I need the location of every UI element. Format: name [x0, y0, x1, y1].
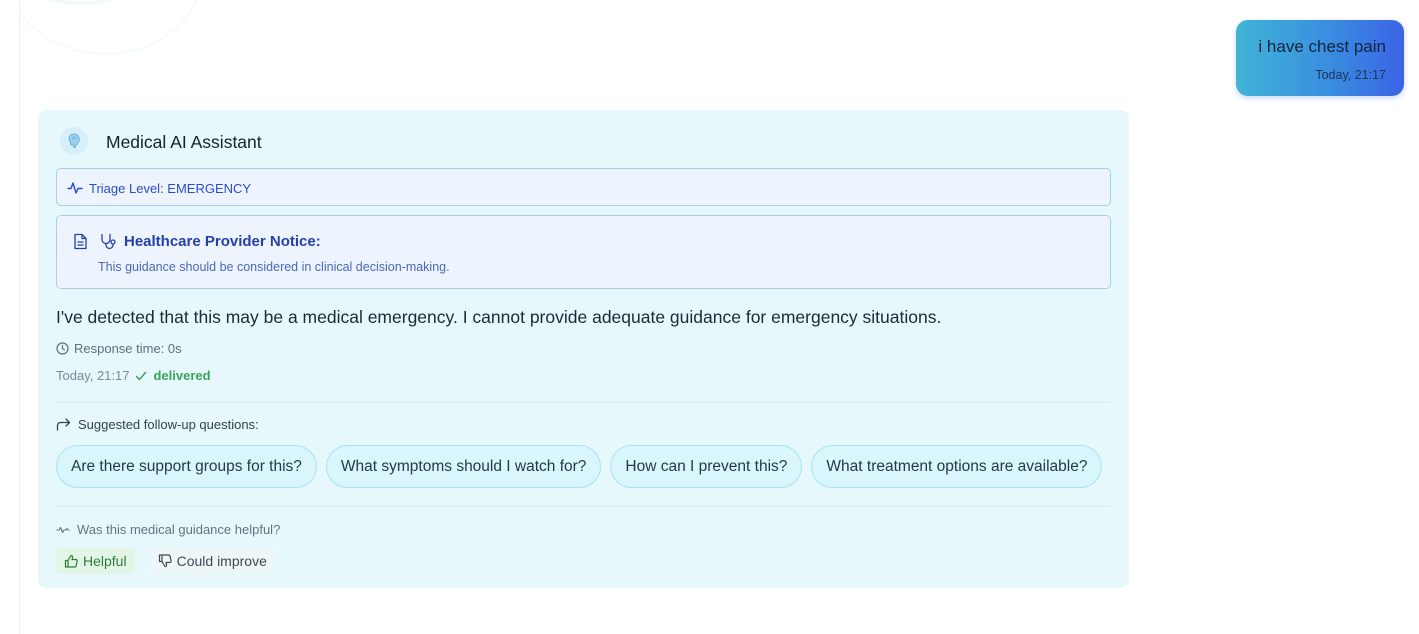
- delivery-status: delivered: [153, 368, 211, 383]
- triage-level-text: Triage Level: EMERGENCY: [89, 181, 252, 196]
- suggestion-chip[interactable]: Are there support groups for this?: [56, 445, 317, 488]
- thumbs-up-icon: [64, 554, 78, 568]
- suggestion-chip[interactable]: How can I prevent this?: [610, 445, 803, 488]
- divider: [56, 506, 1111, 507]
- feedback-buttons: Helpful Could improve: [56, 548, 275, 574]
- response-time: Response time: 0s: [56, 341, 182, 356]
- chat-page: i have chest pain Today, 21:17 Medical A…: [0, 0, 1419, 634]
- helpful-button[interactable]: Helpful: [56, 548, 135, 574]
- notice-body: This guidance should be considered in cl…: [98, 260, 450, 274]
- forward-arrow-icon: [56, 418, 71, 431]
- suggestions-heading-text: Suggested follow-up questions:: [78, 417, 259, 432]
- pulse-icon: [56, 526, 70, 533]
- suggestions-heading: Suggested follow-up questions:: [56, 417, 259, 432]
- suggestion-chip[interactable]: What symptoms should I watch for?: [325, 445, 602, 488]
- check-icon: [136, 371, 147, 380]
- user-message-text: i have chest pain: [1258, 37, 1386, 56]
- suggestion-chip[interactable]: What treatment options are available?: [811, 445, 1103, 488]
- brain-icon: [60, 127, 88, 155]
- document-icon: [74, 233, 87, 250]
- feedback-question-text: Was this medical guidance helpful?: [77, 522, 281, 537]
- user-message-bubble: i have chest pain Today, 21:17: [1236, 20, 1404, 96]
- message-timestamp: Today, 21:17: [56, 368, 130, 383]
- feedback-question: Was this medical guidance helpful?: [56, 522, 280, 537]
- suggestion-chips: Are there support groups for this? What …: [56, 445, 1103, 488]
- stethoscope-icon: [101, 233, 116, 250]
- clock-icon: [56, 342, 69, 355]
- helpful-label: Helpful: [83, 553, 127, 569]
- assistant-message-text: I've detected that this may be a medical…: [56, 307, 942, 327]
- triage-level-banner: Triage Level: EMERGENCY: [56, 168, 1111, 206]
- message-meta: Today, 21:17 delivered: [56, 368, 211, 383]
- activity-icon: [67, 182, 83, 194]
- could-improve-button[interactable]: Could improve: [149, 548, 275, 574]
- left-sidebar-edge: [0, 0, 20, 634]
- thumbs-down-icon: [158, 554, 172, 568]
- response-time-text: Response time: 0s: [74, 341, 182, 356]
- assistant-name: Medical AI Assistant: [106, 132, 262, 152]
- provider-notice: Healthcare Provider Notice: This guidanc…: [56, 215, 1111, 289]
- decorative-ring: [5, 0, 205, 55]
- assistant-message-card: Medical AI Assistant Triage Level: EMERG…: [38, 110, 1129, 588]
- notice-title: Healthcare Provider Notice:: [124, 233, 321, 250]
- divider: [56, 402, 1111, 403]
- user-message-time: Today, 21:17: [1315, 68, 1386, 82]
- could-improve-label: Could improve: [176, 553, 267, 569]
